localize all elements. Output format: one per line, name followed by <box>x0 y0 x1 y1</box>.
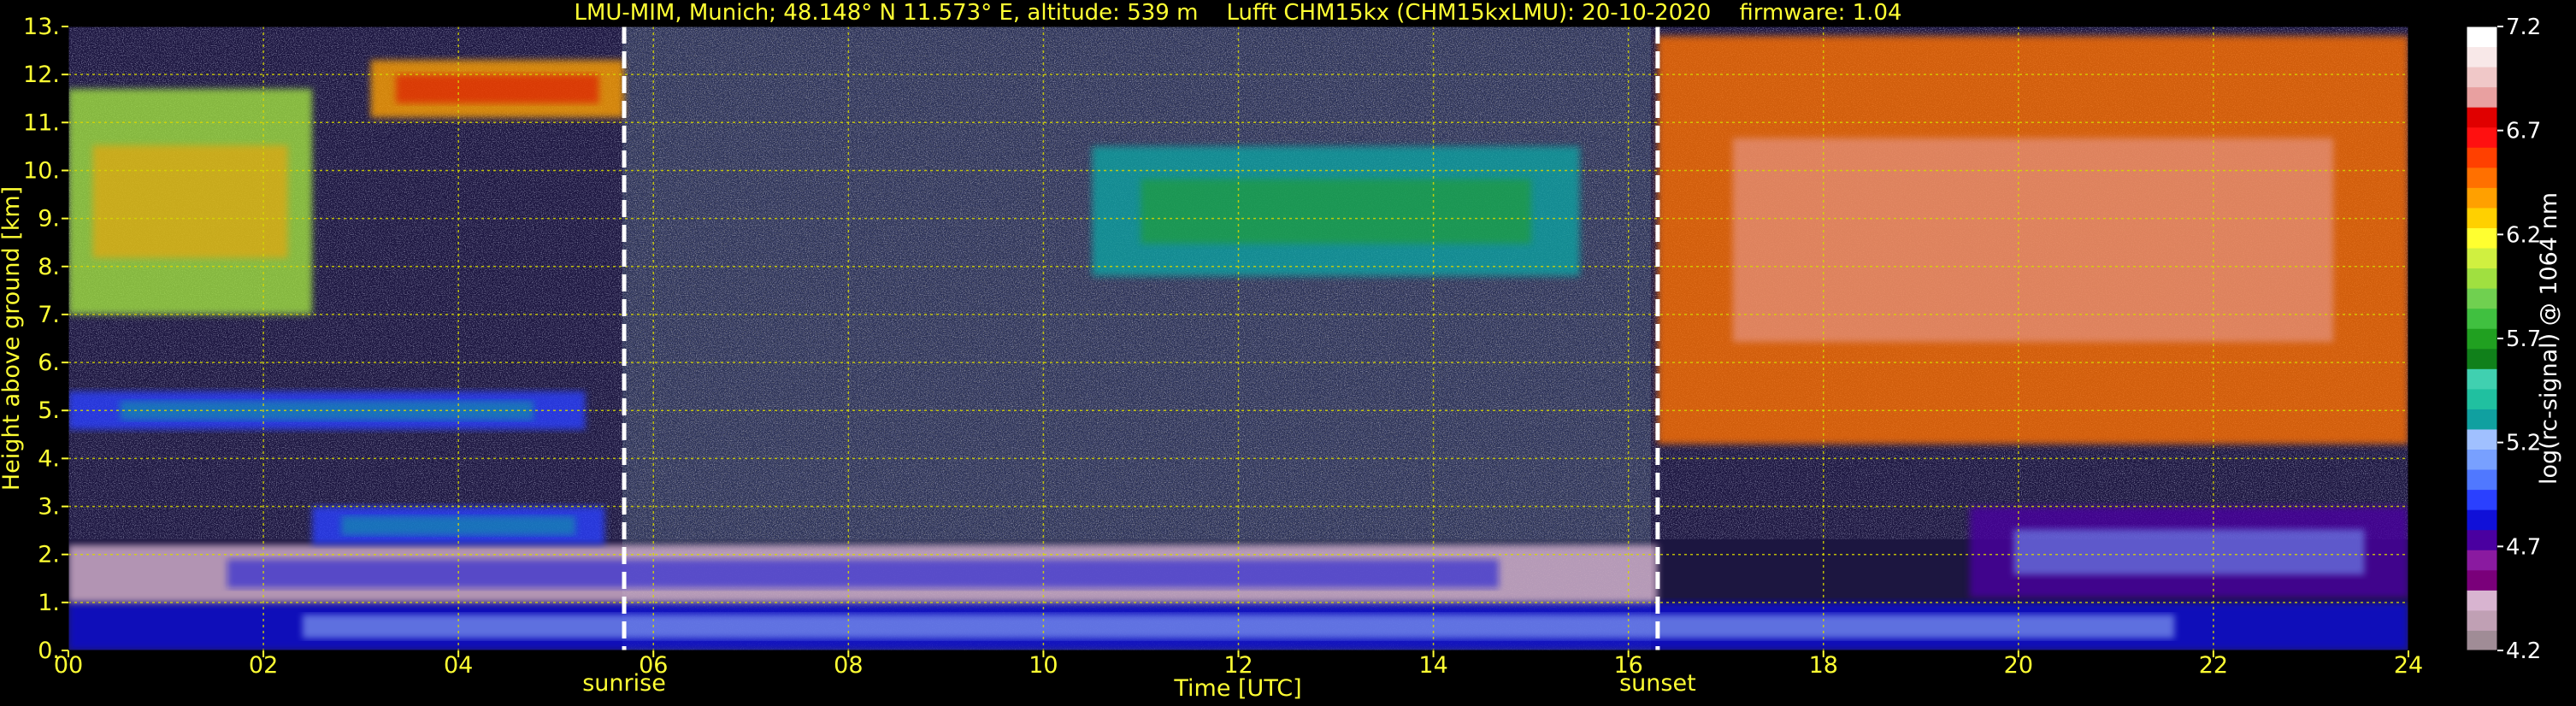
y-tick-label: 1. <box>38 590 60 616</box>
colorbar-segment <box>2467 388 2497 409</box>
x-tick-label: 20 <box>2004 652 2033 679</box>
colorbar-segment <box>2467 590 2497 611</box>
colorbar-segment <box>2467 248 2497 269</box>
y-tick-label: 8. <box>38 254 60 280</box>
y-tick-label: 7. <box>38 302 60 328</box>
y-tick-label: 3. <box>38 494 60 521</box>
colorbar-segment <box>2467 268 2497 289</box>
x-tick-label: 14 <box>1418 652 1447 679</box>
colorbar-tick-label: 6.7 <box>2506 119 2541 144</box>
colorbar-segment <box>2467 409 2497 430</box>
colorbar-segment <box>2467 569 2497 591</box>
y-tick-label: 12. <box>23 62 60 88</box>
colorbar-segment <box>2467 348 2497 369</box>
colorbar-tick-label: 4.7 <box>2506 534 2541 560</box>
y-tick-label: 9. <box>38 206 60 232</box>
colorbar-segment <box>2467 167 2497 188</box>
chart-title: LMU-MIM, Munich; 48.148° N 11.573° E, al… <box>574 0 1901 26</box>
colorbar-segment <box>2467 529 2497 550</box>
colorbar-segment <box>2467 368 2497 390</box>
colorbar-segment <box>2467 428 2497 450</box>
x-tick-label: 04 <box>444 652 473 679</box>
y-tick-label: 6. <box>38 350 60 376</box>
y-tick-label: 10. <box>23 157 60 184</box>
colorbar-segment <box>2467 550 2497 571</box>
colorbar-segment <box>2467 26 2497 48</box>
y-tick-label: 2. <box>38 542 60 568</box>
colorbar: 4.24.75.25.76.26.77.2 <box>2466 15 2541 664</box>
colorbar-tick-label: 7.2 <box>2506 15 2541 40</box>
feature-cirrus-evening <box>1657 36 2408 444</box>
feature-aerosol-layer-evening <box>1969 506 2408 598</box>
colorbar-segment <box>2467 609 2497 631</box>
colorbar-segment <box>2467 469 2497 491</box>
feature-cirrus-midday <box>1092 146 1580 276</box>
x-tick-label: 18 <box>1809 652 1838 679</box>
x-tick-label: 08 <box>834 652 863 679</box>
colorbar-segment <box>2467 67 2497 88</box>
colorbar-segment <box>2467 449 2497 470</box>
colorbar-segment <box>2467 107 2497 128</box>
colorbar-label: log(rc-signal) @ 1064 nm <box>2536 192 2562 485</box>
feature-residual-layer <box>68 544 1658 603</box>
colorbar-segment <box>2467 630 2497 651</box>
colorbar-segment <box>2467 308 2497 329</box>
x-tick-label: 16 <box>1613 652 1642 679</box>
colorbar-segment <box>2467 147 2497 168</box>
y-tick-label: 4. <box>38 445 60 472</box>
colorbar-segment <box>2467 288 2497 309</box>
x-axis-label: Time [UTC] <box>1173 675 1301 702</box>
y-tick-label: 13. <box>23 14 60 40</box>
colorbar-segment <box>2467 86 2497 108</box>
colorbar-segment <box>2467 509 2497 531</box>
y-axis: 0. 1. 2. 3. 4. 5. 6. 7. 8. 9. 10. 11. 12. 13. <box>23 14 68 664</box>
colorbar-segment <box>2467 328 2497 350</box>
colorbar-segment <box>2467 207 2497 228</box>
colorbar-segment <box>2467 187 2497 209</box>
colorbar-segment <box>2467 489 2497 510</box>
colorbar-segment <box>2467 126 2497 148</box>
y-tick-label: 5. <box>38 397 60 424</box>
ceilometer-chart: sunrise sunset 00 02 04 06 08 10 12 14 16 18 20 22 24… <box>0 0 2562 702</box>
colorbar-segment <box>2467 227 2497 249</box>
y-axis-label: Height above ground [km] <box>0 186 25 491</box>
x-tick-label: 22 <box>2199 652 2228 679</box>
x-tick-label: 24 <box>2394 652 2423 679</box>
x-tick-label: 10 <box>1029 652 1058 679</box>
feature-cirrus-early <box>370 60 625 118</box>
x-tick-label: 02 <box>249 652 278 679</box>
colorbar-segment <box>2467 46 2497 68</box>
colorbar-tick-label: 4.2 <box>2506 638 2541 664</box>
y-tick-label: 11. <box>23 109 60 136</box>
x-tick-label: 06 <box>639 652 668 679</box>
y-tick-label: 0. <box>38 638 60 664</box>
